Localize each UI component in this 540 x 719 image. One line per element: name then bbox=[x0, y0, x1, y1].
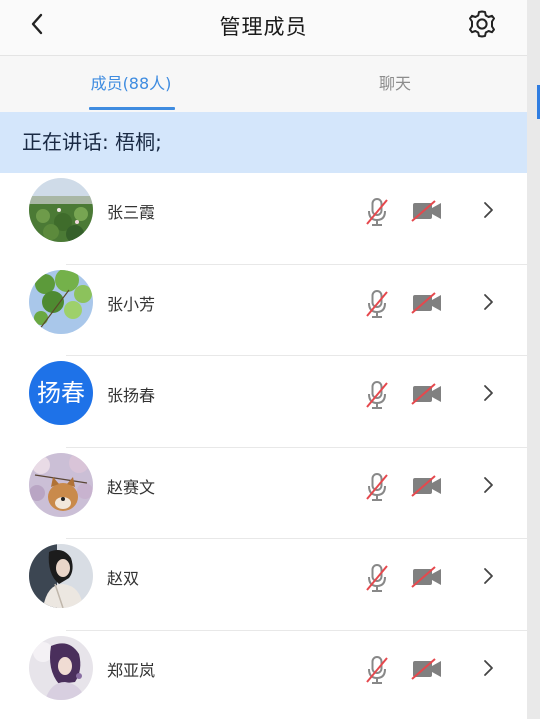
camera-off-icon[interactable] bbox=[411, 291, 443, 315]
avatar bbox=[29, 178, 93, 242]
member-name: 赵赛文 bbox=[107, 477, 156, 497]
member-name: 郑亚岚 bbox=[107, 660, 156, 680]
mic-muted-icon[interactable] bbox=[364, 655, 390, 685]
header: 管理成员 bbox=[0, 0, 527, 56]
chevron-right-icon[interactable] bbox=[480, 474, 496, 496]
camera-off-icon[interactable] bbox=[411, 382, 443, 406]
mic-muted-icon[interactable] bbox=[364, 472, 390, 502]
camera-off-icon[interactable] bbox=[411, 199, 443, 223]
camera-off-icon[interactable] bbox=[411, 474, 443, 498]
speaking-banner: 正在讲话: 梧桐; bbox=[0, 112, 527, 173]
page-title: 管理成员 bbox=[219, 15, 308, 39]
speaking-text: 正在讲话: 梧桐; bbox=[22, 130, 162, 154]
member-row[interactable]: 张三霞 bbox=[0, 173, 527, 265]
tab-bar: 成员(88人) 聊天 bbox=[0, 56, 527, 112]
member-name: 张扬春 bbox=[107, 386, 156, 405]
chevron-right-icon[interactable] bbox=[480, 657, 496, 679]
chevron-right-icon[interactable] bbox=[480, 291, 496, 313]
avatar-text: 扬春 bbox=[29, 361, 93, 425]
chevron-right-icon[interactable] bbox=[480, 382, 496, 404]
member-row[interactable]: 郑亚岚 bbox=[0, 630, 527, 719]
gear-icon[interactable] bbox=[466, 8, 498, 40]
camera-off-icon[interactable] bbox=[411, 657, 443, 681]
member-name: 赵双 bbox=[107, 569, 140, 588]
member-list: 张三霞 张小芳 扬春 张扬春 赵赛文 赵双 郑亚岚 bbox=[0, 173, 527, 719]
chevron-right-icon[interactable] bbox=[480, 199, 496, 221]
side-panel-edge bbox=[527, 0, 540, 719]
avatar bbox=[29, 452, 93, 517]
mic-muted-icon[interactable] bbox=[364, 563, 390, 593]
member-name: 张三霞 bbox=[107, 203, 156, 222]
member-row[interactable]: 赵赛文 bbox=[0, 447, 527, 539]
app-frame: 管理成员 成员(88人) 聊天 正在讲话: 梧桐; 张三霞 张小芳 扬春 张扬春… bbox=[0, 0, 527, 719]
avatar bbox=[29, 635, 93, 700]
tab-chat[interactable]: 聊天 bbox=[355, 56, 435, 112]
member-name: 张小芳 bbox=[107, 294, 156, 314]
chevron-right-icon[interactable] bbox=[480, 565, 496, 587]
mic-muted-icon[interactable] bbox=[364, 197, 390, 227]
member-row[interactable]: 赵双 bbox=[0, 539, 527, 631]
member-row[interactable]: 扬春 张扬春 bbox=[0, 356, 527, 448]
tab-members[interactable]: 成员(88人) bbox=[72, 56, 190, 112]
camera-off-icon[interactable] bbox=[411, 565, 443, 589]
active-tab-indicator bbox=[89, 107, 175, 110]
mic-muted-icon[interactable] bbox=[364, 289, 390, 319]
member-row[interactable]: 张小芳 bbox=[0, 264, 527, 356]
avatar bbox=[29, 544, 93, 608]
avatar bbox=[29, 269, 93, 334]
mic-muted-icon[interactable] bbox=[364, 380, 390, 410]
